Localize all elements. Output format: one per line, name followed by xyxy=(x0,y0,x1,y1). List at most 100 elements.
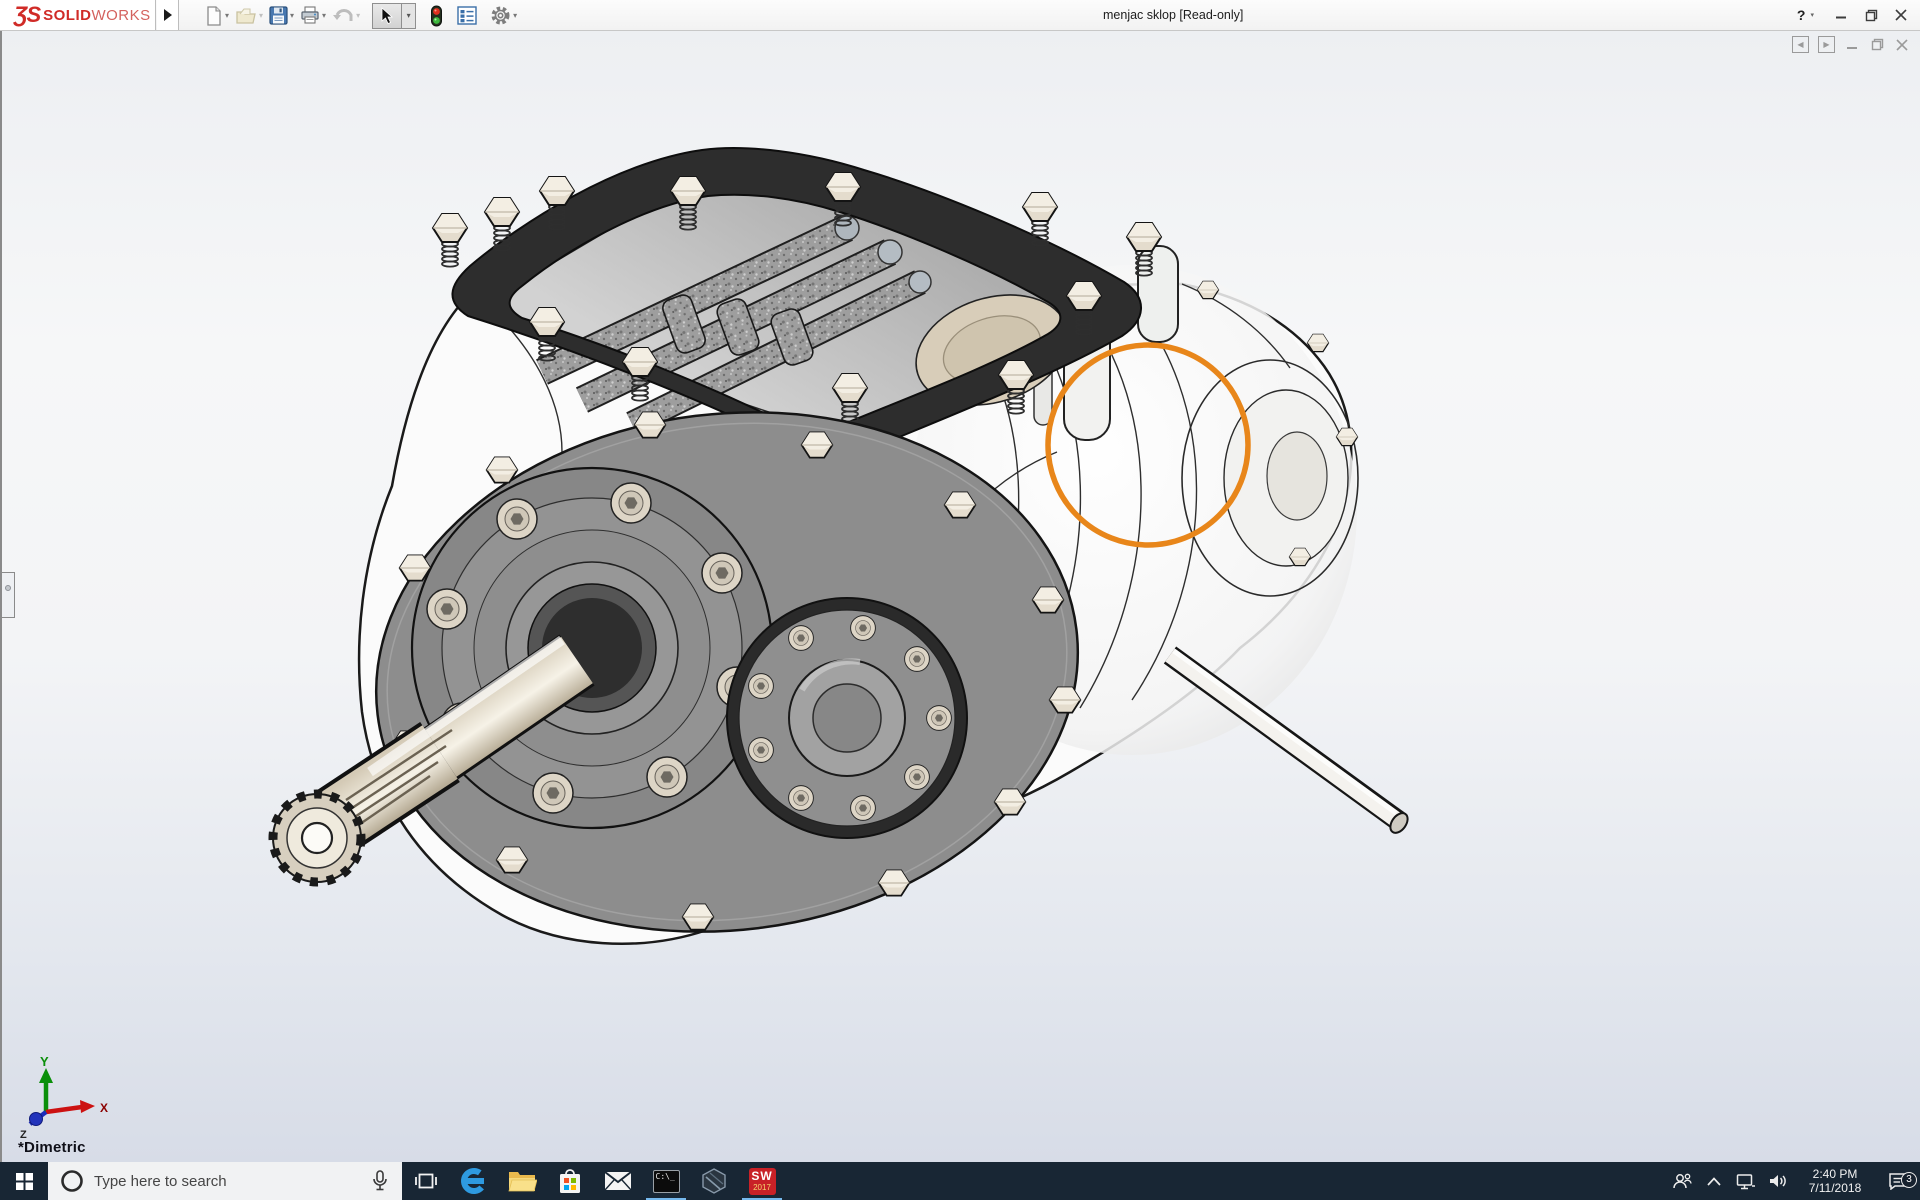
taskbar-item-solidworks[interactable]: SW 2017 xyxy=(738,1162,786,1200)
chevron-up-icon xyxy=(1707,1176,1721,1186)
volume-button[interactable] xyxy=(1762,1173,1794,1189)
new-document-icon xyxy=(207,5,221,26)
save-caret[interactable]: ▾ xyxy=(290,11,294,20)
select-tool-caret[interactable]: ▾ xyxy=(402,2,417,29)
play-arrow-icon xyxy=(163,9,172,21)
next-pane-button[interactable]: ▶ xyxy=(1818,36,1835,53)
gear-icon xyxy=(491,6,510,25)
previous-pane-button[interactable]: ◀ xyxy=(1792,36,1809,53)
people-icon xyxy=(1673,1173,1692,1189)
doc-minimize-icon xyxy=(1847,46,1857,49)
view-traffic-light-button[interactable] xyxy=(430,5,443,27)
restore-icon xyxy=(1865,9,1877,21)
quick-access-toolbar: ▾ ▾ ▾ ▾ ▾ ▾ ▾ xyxy=(205,0,523,31)
mail-icon xyxy=(604,1171,632,1191)
solidworks-icon-letters: SW xyxy=(751,1168,773,1183)
spline-end-face xyxy=(268,789,366,887)
system-tray: 2:40 PM 7/11/2018 3 xyxy=(1666,1162,1920,1200)
taskbar-search-box[interactable]: Type here to search xyxy=(48,1162,402,1200)
printer-icon xyxy=(301,6,319,24)
axis-x-label: X xyxy=(100,1101,108,1115)
print-button[interactable]: ▾ xyxy=(300,6,326,25)
intermediate-bearing-cover xyxy=(726,597,968,839)
open-document-button[interactable]: ▾ xyxy=(235,6,263,26)
windows-logo-icon xyxy=(15,1172,33,1190)
app-close-button[interactable] xyxy=(1888,3,1914,27)
menu-flyout-button[interactable] xyxy=(157,0,179,30)
save-button[interactable]: ▾ xyxy=(269,6,294,25)
doc-restore-icon xyxy=(1871,38,1883,51)
options-caret[interactable]: ▾ xyxy=(513,11,517,20)
windows-taskbar: Type here to search C:\_ SW 2017 2:40 PM… xyxy=(0,1162,1920,1200)
taskbar-item-file-explorer[interactable] xyxy=(498,1162,546,1200)
print-caret[interactable]: ▾ xyxy=(322,11,326,20)
orientation-triad: Y X Z xyxy=(20,1054,108,1141)
help-caret[interactable]: ▾ xyxy=(1810,11,1814,19)
undo-arrow-icon xyxy=(333,8,353,21)
graphics-viewport[interactable]: Y X Z *Dimetric xyxy=(0,31,1920,1162)
taskbar-clock[interactable]: 2:40 PM 7/11/2018 xyxy=(1800,1167,1870,1195)
document-window-controls: ◀ ▶ xyxy=(1792,36,1910,53)
solidworks-app-icon: SW 2017 xyxy=(748,1167,776,1195)
solidworks-window: ƷS SOLID WORKS ▾ ▾ ▾ ▾ ▾ ▾ ▾ menjac sklo… xyxy=(0,0,1920,1200)
help-button[interactable]: ? xyxy=(1797,7,1806,23)
traffic-light-icon xyxy=(431,5,443,26)
solidworks-logo: ƷS SOLID WORKS xyxy=(0,0,156,30)
hidden-icons-button[interactable] xyxy=(1698,1176,1730,1186)
titlebar: ƷS SOLID WORKS ▾ ▾ ▾ ▾ ▾ ▾ ▾ menjac sklo… xyxy=(0,0,1920,31)
action-center-button[interactable]: 3 xyxy=(1876,1172,1920,1190)
new-document-button[interactable]: ▾ xyxy=(205,5,229,26)
notification-badge: 3 xyxy=(1901,1172,1917,1188)
edge-browser-icon xyxy=(461,1168,487,1194)
logo-solid-text: SOLID xyxy=(43,6,92,24)
open-document-caret[interactable]: ▾ xyxy=(259,11,263,20)
taskbar-item-store[interactable] xyxy=(546,1162,594,1200)
network-icon xyxy=(1736,1173,1755,1189)
doc-restore-button[interactable] xyxy=(1869,37,1885,53)
app-restore-button[interactable] xyxy=(1858,3,1884,27)
clock-time: 2:40 PM xyxy=(1812,1167,1858,1181)
store-icon xyxy=(560,1169,580,1193)
file-explorer-icon xyxy=(508,1172,537,1192)
solidworks-icon-year: 2017 xyxy=(753,1182,771,1192)
taskbar-item-edrawings[interactable] xyxy=(690,1162,738,1200)
close-icon xyxy=(1895,9,1907,21)
select-tool-pressed-box[interactable] xyxy=(372,2,403,29)
logo-works-text: WORKS xyxy=(91,6,151,24)
start-button[interactable] xyxy=(0,1162,48,1200)
taskbar-empty-area xyxy=(786,1162,1666,1200)
taskbar-item-mail[interactable] xyxy=(594,1162,642,1200)
speaker-icon xyxy=(1769,1175,1786,1187)
select-tool-button[interactable]: ▾ xyxy=(372,2,417,29)
command-prompt-label: C:\_ xyxy=(655,1171,675,1181)
options-button[interactable]: ▾ xyxy=(490,5,517,26)
network-button[interactable] xyxy=(1730,1173,1762,1190)
display-settings-button[interactable] xyxy=(457,6,477,25)
doc-minimize-button[interactable] xyxy=(1844,37,1860,53)
logo-3s-icon: ƷS xyxy=(14,2,41,27)
view-orientation-label: *Dimetric xyxy=(18,1139,86,1156)
app-minimize-button[interactable] xyxy=(1828,3,1854,27)
cursor-arrow-icon xyxy=(381,6,394,24)
task-view-button[interactable] xyxy=(402,1162,450,1200)
document-title: menjac sklop [Read-only] xyxy=(1103,8,1244,22)
command-prompt-icon: C:\_ xyxy=(652,1169,680,1193)
axis-y-label: Y xyxy=(40,1054,49,1069)
doc-close-button[interactable] xyxy=(1894,37,1910,53)
display-pane-list-icon xyxy=(457,6,477,25)
people-button[interactable] xyxy=(1666,1173,1698,1189)
doc-close-icon xyxy=(1896,38,1908,51)
microphone-icon[interactable] xyxy=(372,1170,388,1192)
undo-caret[interactable]: ▾ xyxy=(356,11,360,20)
cortana-icon xyxy=(61,1170,83,1192)
taskbar-item-edge[interactable] xyxy=(450,1162,498,1200)
undo-button[interactable]: ▾ xyxy=(332,7,360,25)
taskbar-item-command-prompt[interactable]: C:\_ xyxy=(642,1162,690,1200)
search-placeholder-text: Type here to search xyxy=(94,1172,227,1190)
new-document-caret[interactable]: ▾ xyxy=(225,11,229,20)
minimize-icon xyxy=(1836,16,1846,19)
feature-manager-collapsed-tab[interactable] xyxy=(2,572,15,618)
task-view-icon xyxy=(415,1173,437,1189)
app-window-controls: ? ▾ xyxy=(1797,0,1914,30)
open-folder-icon xyxy=(236,7,256,24)
